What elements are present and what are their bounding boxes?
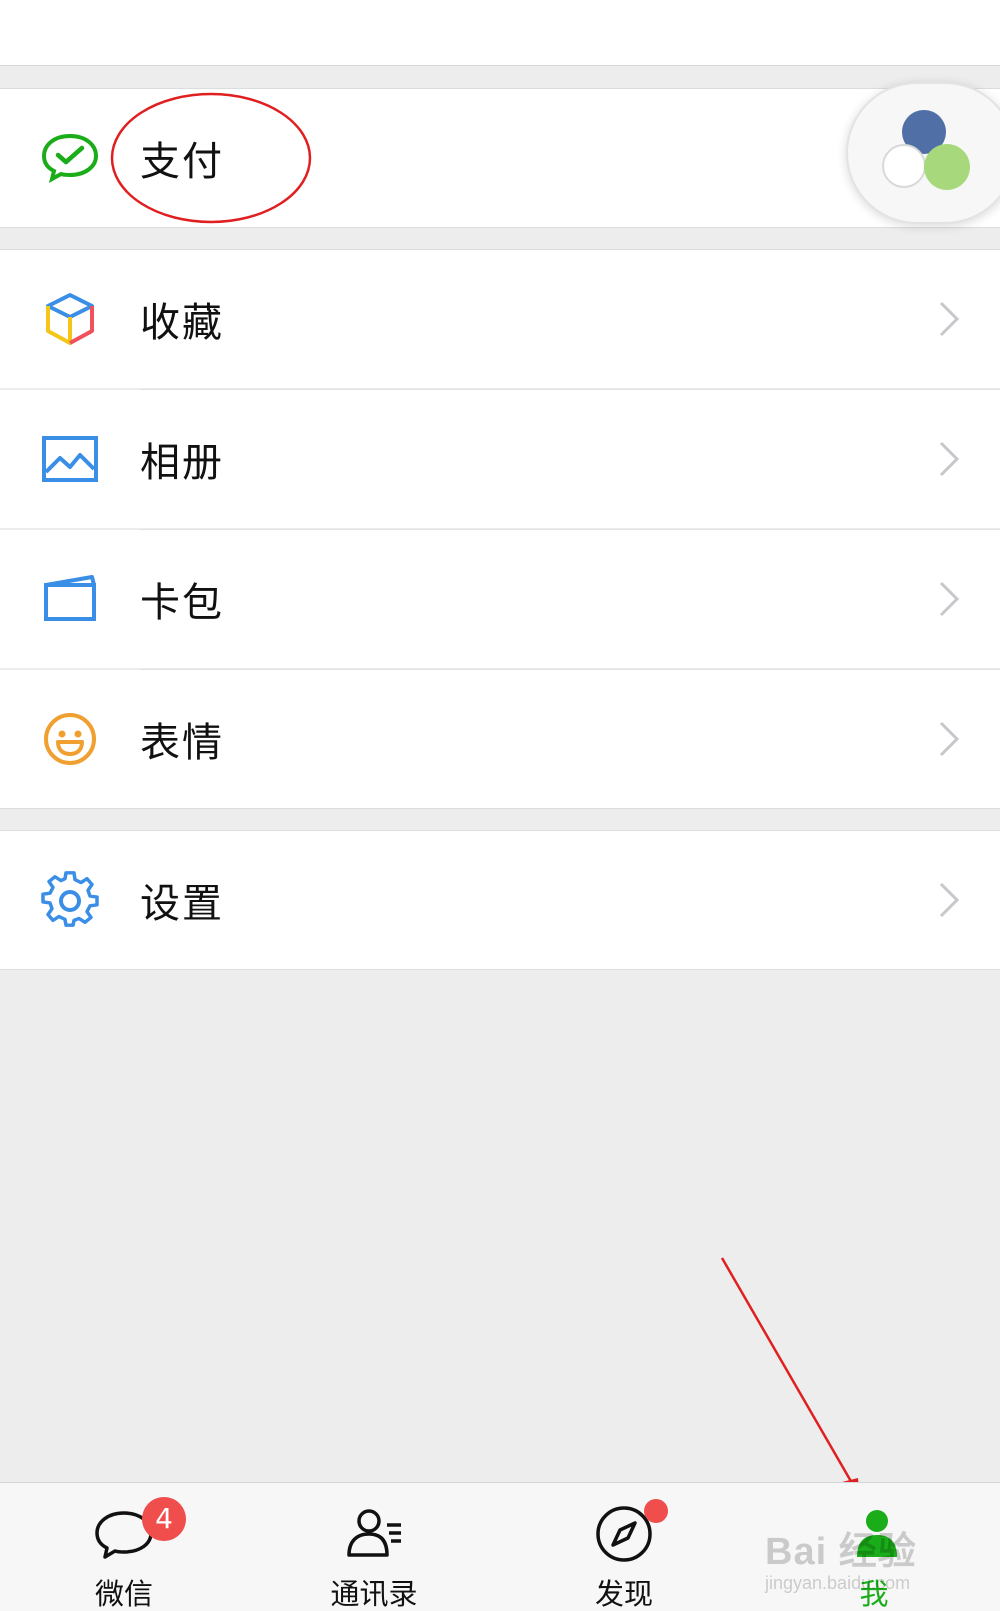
tab-discover[interactable]: 发现: [544, 1483, 704, 1611]
settings-cell[interactable]: 设置: [0, 831, 1000, 969]
tab-label: 微信: [94, 1577, 153, 1611]
picture-icon: [42, 436, 98, 482]
settings-label: 设置: [140, 881, 224, 927]
smiley-icon: [44, 713, 96, 765]
cards-cell[interactable]: 卡包: [0, 530, 1000, 668]
tab-chats[interactable]: 4 微信: [44, 1483, 204, 1611]
favorites-label: 收藏: [140, 300, 224, 346]
tab-me[interactable]: 我: [794, 1483, 954, 1611]
floating-window-bubble[interactable]: [846, 82, 1000, 224]
tab-label: 通讯录: [330, 1577, 418, 1611]
floating-app-avatar: [924, 144, 970, 190]
chevron-right-icon: [939, 301, 960, 337]
pay-label: 支付: [140, 139, 224, 185]
wechat-pay-icon: [41, 133, 99, 183]
floating-app-avatar: [882, 144, 926, 188]
cube-icon: [46, 293, 94, 345]
chevron-right-icon: [939, 721, 960, 757]
cards-label: 卡包: [140, 580, 224, 626]
person-icon: [857, 1510, 897, 1557]
stickers-label: 表情: [140, 720, 224, 766]
group-border: [0, 227, 1000, 228]
gear-icon: [41, 871, 99, 927]
tab-label: 我: [859, 1577, 889, 1611]
album-label: 相册: [140, 440, 224, 486]
tab-label: 发现: [594, 1577, 653, 1611]
tab-contacts[interactable]: 通讯录: [294, 1483, 454, 1611]
chevron-right-icon: [939, 882, 960, 918]
contacts-icon: [347, 1509, 401, 1557]
new-indicator-dot: [644, 1499, 668, 1523]
unread-badge: 4: [142, 1497, 186, 1541]
card-wallet-icon: [44, 575, 96, 621]
album-cell[interactable]: 相册: [0, 390, 1000, 528]
chevron-right-icon: [939, 581, 960, 617]
tab-bar: 4 微信 通讯录 发现 我: [0, 1482, 1000, 1611]
stickers-cell[interactable]: 表情: [0, 670, 1000, 808]
top-strip: [0, 0, 1000, 66]
chevron-right-icon: [939, 441, 960, 477]
group-border: [0, 969, 1000, 970]
favorites-cell[interactable]: 收藏: [0, 250, 1000, 388]
annotation-arrow: [720, 1257, 860, 1500]
group-border: [0, 808, 1000, 809]
